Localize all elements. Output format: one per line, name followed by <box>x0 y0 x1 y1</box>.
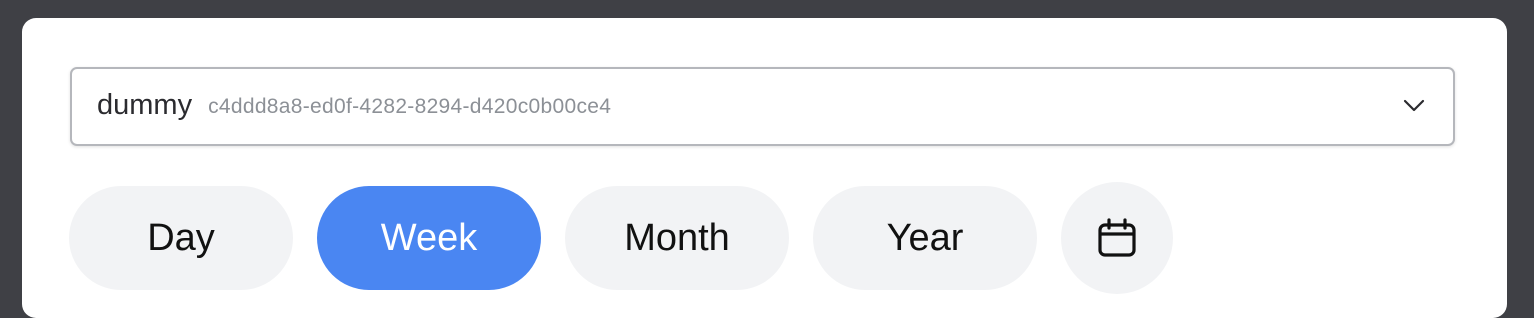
period-year-button[interactable]: Year <box>813 186 1037 290</box>
device-id: c4ddd8a8-ed0f-4282-8294-d420c0b00ce4 <box>208 94 612 118</box>
chevron-down-icon <box>1403 99 1425 112</box>
period-month-button[interactable]: Month <box>565 186 789 290</box>
device-card: dummy c4ddd8a8-ed0f-4282-8294-d420c0b00c… <box>22 18 1507 318</box>
period-week-button[interactable]: Week <box>317 186 541 290</box>
device-select[interactable]: dummy c4ddd8a8-ed0f-4282-8294-d420c0b00c… <box>70 67 1455 146</box>
calendar-button[interactable] <box>1061 182 1173 294</box>
calendar-icon <box>1098 218 1136 257</box>
period-day-button[interactable]: Day <box>69 186 293 290</box>
device-name: dummy <box>97 89 193 121</box>
